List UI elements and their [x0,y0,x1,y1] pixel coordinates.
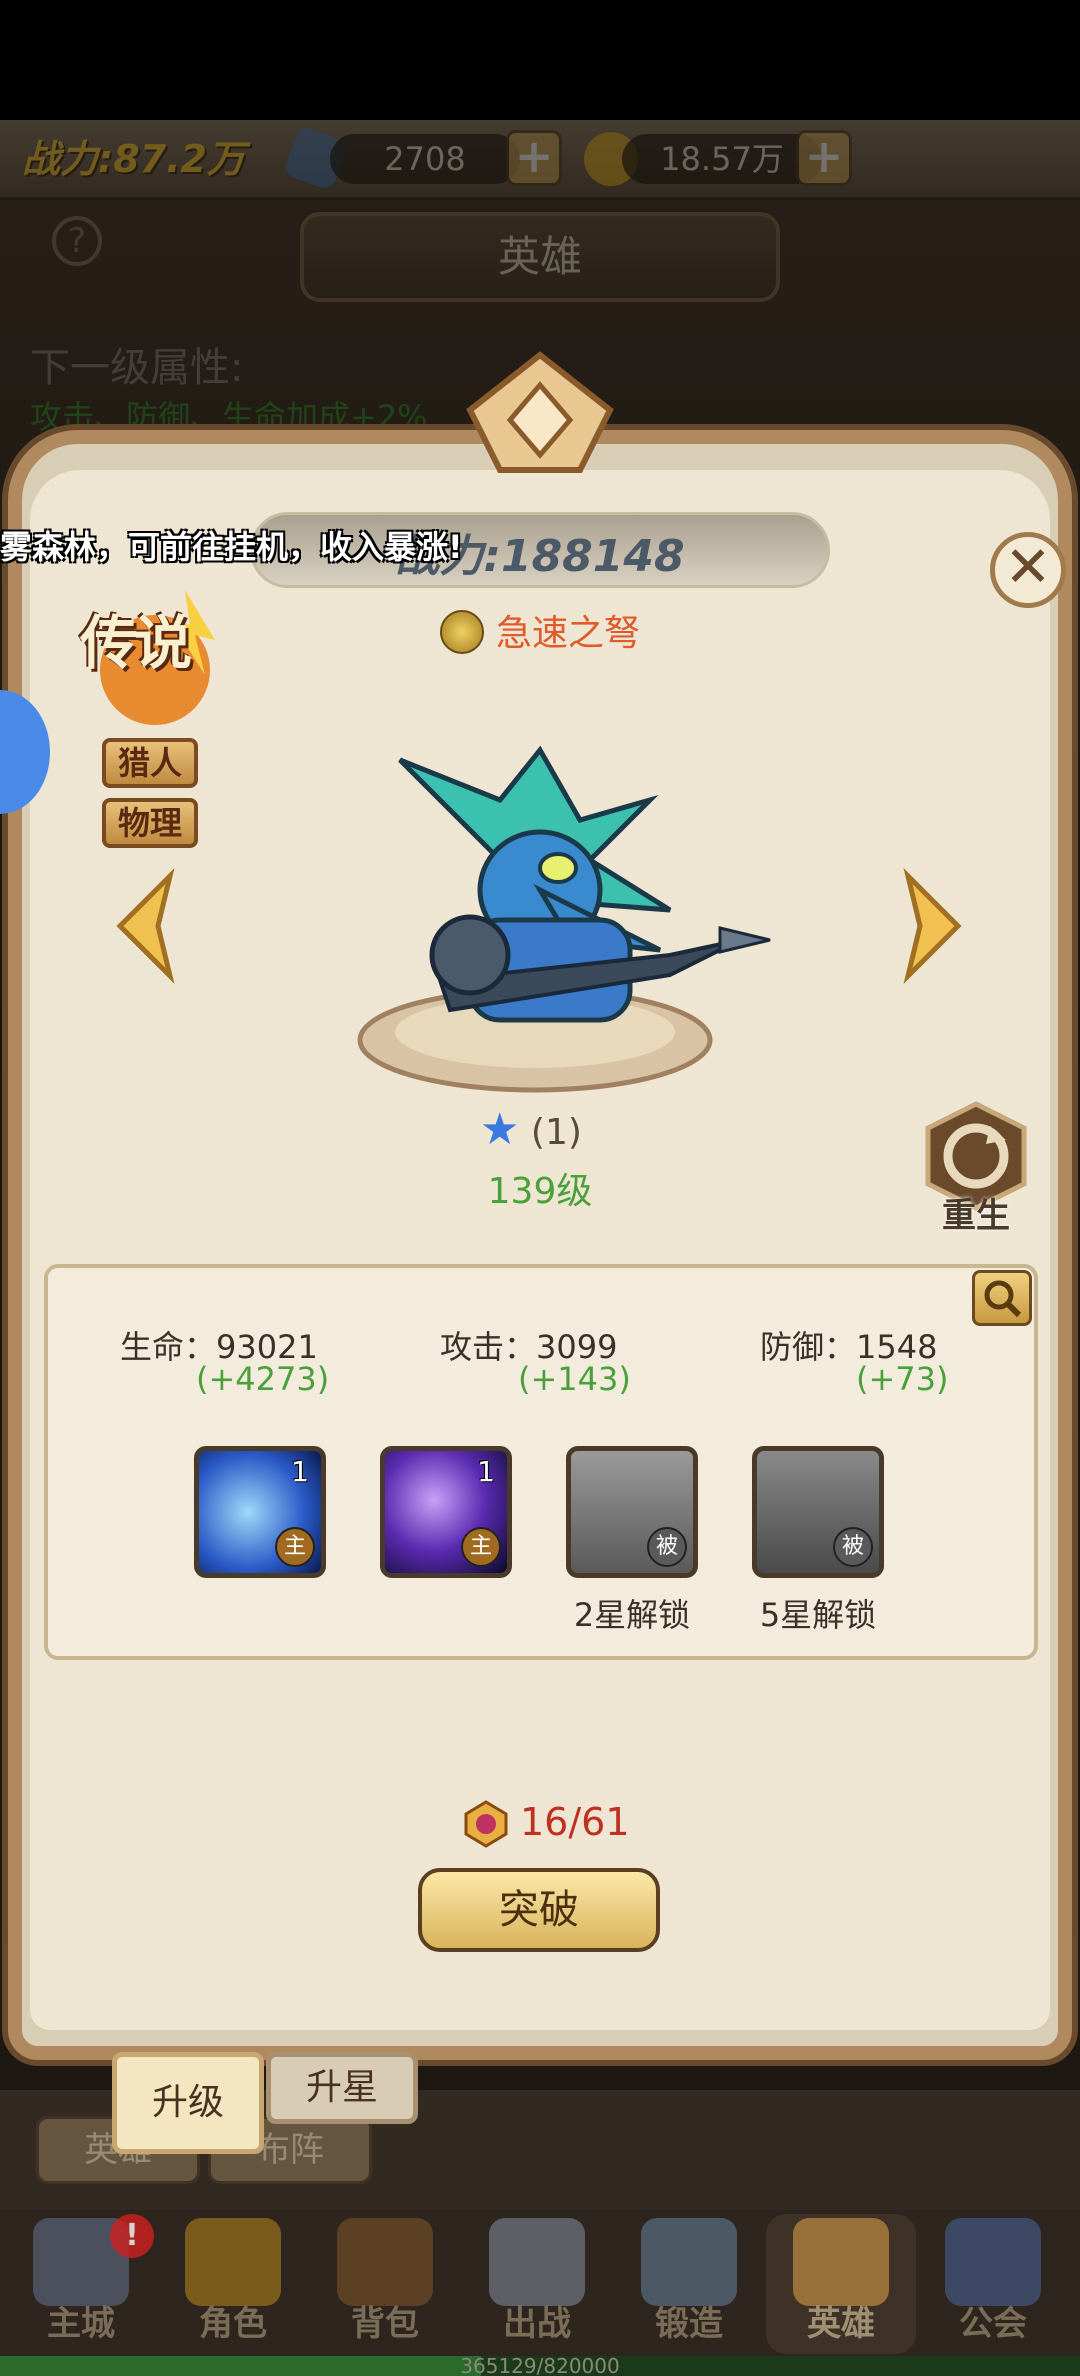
nav-main-city[interactable]: 主城 ! [6,2214,156,2354]
active-skill-badge: 主 [461,1527,501,1567]
nav-guild[interactable]: 公会 [918,2214,1068,2354]
breakthrough-material-count: 16/61 [520,1800,630,1844]
prev-hero-arrow[interactable] [100,866,190,986]
skill-3-unlock-label: 2星解锁 [573,1596,691,1634]
hero-skill-name: 急速之弩 [496,613,641,654]
nav-backpack[interactable]: 背包 [310,2214,460,2354]
skill-slot-2[interactable]: 1 主 [380,1446,512,1578]
damage-type-tag: 物理 [102,798,198,848]
passive-skill-badge: 被 [647,1527,687,1567]
breakthrough-material-icon [464,1800,508,1848]
marquee-notice: 雾森林，可前往挂机，收入暴涨! [0,528,463,566]
hammer-icon [641,2218,737,2306]
stat-attack-increase: (+143) [518,1360,631,1398]
notification-badge: ! [110,2214,154,2258]
skill-slot-4-locked[interactable]: 被 [752,1446,884,1578]
nav-forge[interactable]: 锻造 [614,2214,764,2354]
magnifier-icon [984,1280,1022,1318]
stat-hp-increase: (+4273) [196,1360,330,1398]
next-hero-arrow[interactable] [888,866,978,986]
stat-defense-increase: (+73) [856,1360,949,1398]
skill-slot-3-locked[interactable]: 被 [566,1446,698,1578]
rarity-label: 传说 [80,609,192,677]
crest-ornament [466,351,614,473]
star-count: (1) [530,1112,582,1153]
skill-slot-1[interactable]: 1 主 [194,1446,326,1578]
passive-skill-badge: 被 [833,1527,873,1567]
hero-portrait [357,745,771,1093]
hero-level: 139级 [487,1171,593,1212]
rebirth-button[interactable]: 重生 [920,1188,1032,1237]
nav-battle[interactable]: 出战 [462,2214,612,2354]
tab-upgrade[interactable]: 升级 [112,2052,264,2154]
hero-star-row: ★ (1) [480,1104,582,1155]
star-icon: ★ [480,1104,520,1155]
breakthrough-button[interactable]: 突破 [418,1868,660,1952]
nav-hero[interactable]: 英雄 [766,2214,916,2354]
nav-character[interactable]: 角色 [158,2214,308,2354]
active-skill-badge: 主 [275,1527,315,1567]
class-tag: 猎人 [102,738,198,788]
crown-icon [185,2218,281,2306]
tab-star-up[interactable]: 升星 [266,2052,418,2124]
hero-badge-icon [793,2218,889,2306]
magnifier-button[interactable] [972,1270,1032,1326]
shield-icon [945,2218,1041,2306]
swords-icon [489,2218,585,2306]
xp-text: 365129/820000 [460,2354,620,2376]
close-button[interactable]: ✕ [990,532,1066,608]
skill-4-unlock-label: 5星解锁 [759,1596,877,1634]
chest-icon [337,2218,433,2306]
skill-emblem-icon [440,610,484,654]
